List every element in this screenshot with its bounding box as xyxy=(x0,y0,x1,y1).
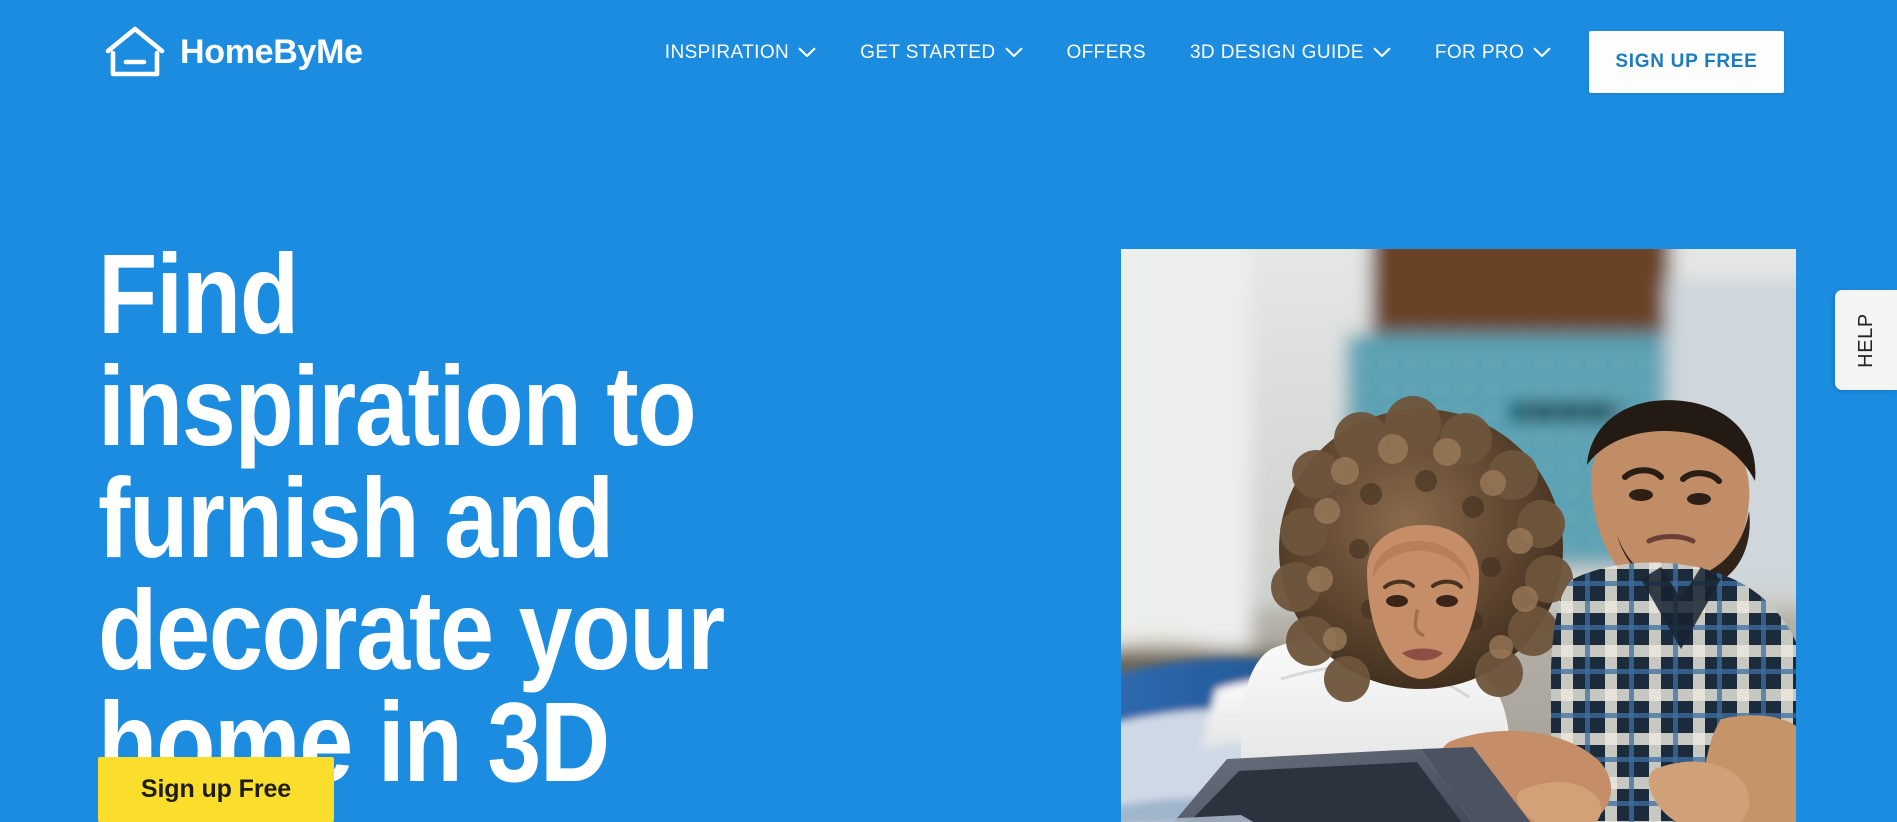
nav-item-label: GET STARTED xyxy=(860,41,996,63)
hero-photo xyxy=(1121,249,1796,822)
main-navigation: INSPIRATION GET STARTED OFFERS 3D DESIGN… xyxy=(643,33,1684,72)
help-tab-label: HELP xyxy=(1854,312,1877,368)
site-header: HomeByMe INSPIRATION GET STARTED OFFERS … xyxy=(0,0,1897,104)
nav-item-get-started[interactable]: GET STARTED xyxy=(838,33,1044,72)
chevron-down-icon xyxy=(1005,47,1023,58)
sign-up-free-cta-button[interactable]: Sign up Free xyxy=(98,757,334,822)
brand-name: HomeByMe xyxy=(180,33,363,71)
nav-item-for-pro[interactable]: FOR PRO xyxy=(1413,33,1573,72)
nav-item-inspiration[interactable]: INSPIRATION xyxy=(643,33,838,72)
nav-item-offers[interactable]: OFFERS xyxy=(1045,33,1168,72)
sign-up-free-header-button[interactable]: SIGN UP FREE xyxy=(1589,31,1784,93)
chevron-down-icon xyxy=(798,47,816,58)
chevron-down-icon xyxy=(1533,47,1551,58)
hero-copy: Find inspiration to furnish and decorate… xyxy=(98,231,908,805)
house-outline-icon xyxy=(104,24,166,80)
nav-item-3d-design-guide[interactable]: 3D DESIGN GUIDE xyxy=(1168,33,1413,72)
nav-item-label: OFFERS xyxy=(1066,41,1146,63)
chevron-down-icon xyxy=(1373,47,1391,58)
help-tab[interactable]: HELP xyxy=(1835,290,1897,390)
page-title: Find inspiration to furnish and decorate… xyxy=(98,231,725,805)
nav-item-label: 3D DESIGN GUIDE xyxy=(1189,41,1364,63)
nav-item-label: INSPIRATION xyxy=(664,41,790,63)
brand-logo[interactable]: HomeByMe xyxy=(104,24,363,80)
nav-item-label: FOR PRO xyxy=(1434,41,1525,63)
